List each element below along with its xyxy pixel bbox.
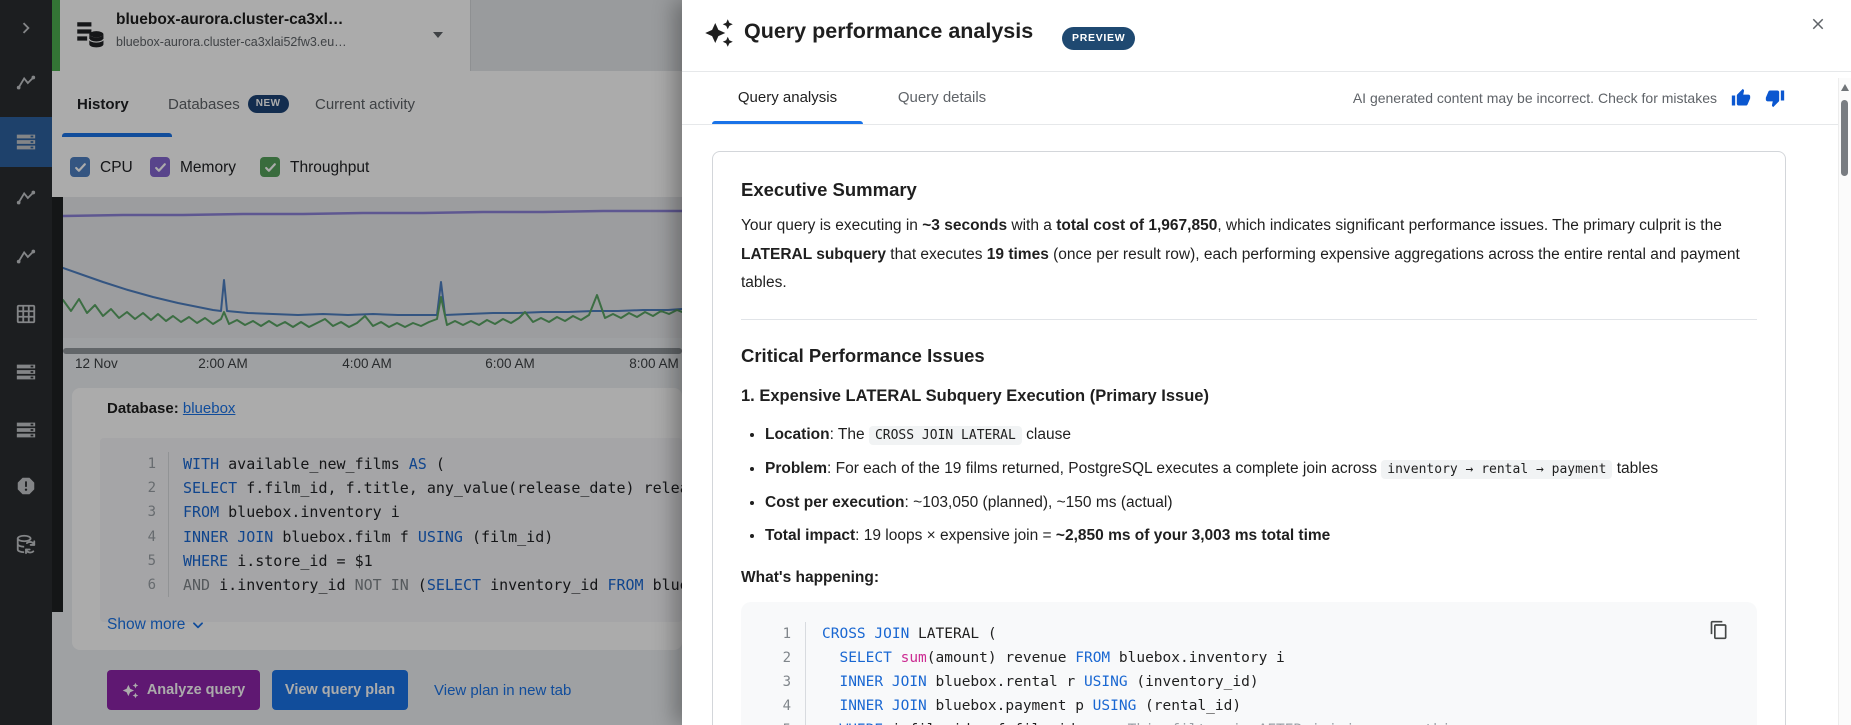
code-block: 1CROSS JOIN LATERAL ( 2 SELECT sum(amoun…: [741, 602, 1757, 725]
active-tab-underline: [712, 121, 863, 124]
panel-scrollbar[interactable]: [1838, 78, 1851, 725]
tab-query-analysis[interactable]: Query analysis: [712, 71, 863, 124]
copy-icon: [1709, 620, 1729, 640]
exec-summary-paragraph: Your query is executing in ~3 seconds wi…: [741, 212, 1753, 298]
scroll-up-arrow[interactable]: [1841, 84, 1849, 91]
thumbs-down-button[interactable]: [1765, 88, 1785, 108]
exec-summary-heading: Executive Summary: [741, 179, 1757, 201]
issue-bullet: Location: The CROSS JOIN LATERAL clause: [765, 424, 1757, 447]
thumbs-up-button[interactable]: [1731, 88, 1751, 108]
ai-disclaimer: AI generated content may be incorrect. C…: [1353, 71, 1785, 124]
line-number: 2: [741, 646, 806, 670]
app-root: bluebox-aurora.cluster-ca3xl… bluebox-au…: [0, 0, 1851, 725]
modal-scrim[interactable]: [0, 0, 682, 725]
code-line: 2 SELECT sum(amount) revenue FROM bluebo…: [741, 646, 1757, 670]
issue-1-heading: 1. Expensive LATERAL Subquery Execution …: [741, 387, 1757, 406]
line-number: 1: [741, 622, 806, 646]
whats-happening-label: What's happening:: [741, 569, 1757, 587]
panel-header: Query performance analysis PREVIEW: [682, 0, 1851, 72]
thumb-down-icon: [1765, 88, 1785, 108]
code-line: 3 INNER JOIN bluebox.rental r USING (inv…: [741, 670, 1757, 694]
thumb-up-icon: [1731, 88, 1751, 108]
code-line: 1CROSS JOIN LATERAL (: [741, 622, 1757, 646]
critical-issues-heading: Critical Performance Issues: [741, 345, 1757, 367]
preview-badge: PREVIEW: [1062, 27, 1135, 50]
issue-bullet: Problem: For each of the 19 films return…: [765, 458, 1757, 481]
analysis-card: Executive Summary Your query is executin…: [712, 151, 1786, 725]
close-icon: [1809, 13, 1827, 35]
issue-bullet: Cost per execution: ~103,050 (planned), …: [765, 492, 1757, 514]
line-number: 4: [741, 694, 806, 718]
code-line: 4 INNER JOIN bluebox.payment p USING (re…: [741, 694, 1757, 718]
close-button[interactable]: [1803, 9, 1833, 39]
workspace: bluebox-aurora.cluster-ca3xl… bluebox-au…: [0, 0, 682, 725]
sparkle-icon: [704, 18, 734, 48]
line-number: 5: [741, 718, 806, 725]
line-number: 3: [741, 670, 806, 694]
analysis-panel: Query performance analysis PREVIEW Query…: [682, 0, 1851, 725]
panel-title: Query performance analysis: [744, 19, 1033, 44]
section-divider: [741, 319, 1757, 320]
issue-bullet: Total impact: 19 loops × expensive join …: [765, 525, 1757, 547]
issue-bullet-list: Location: The CROSS JOIN LATERAL clause …: [741, 424, 1757, 547]
copy-button[interactable]: [1705, 616, 1733, 647]
scrollbar-thumb[interactable]: [1841, 100, 1848, 176]
code-line: 5 WHERE i.film_id = f.film_id -- This fi…: [741, 718, 1757, 725]
tab-query-details[interactable]: Query details: [877, 71, 1007, 124]
